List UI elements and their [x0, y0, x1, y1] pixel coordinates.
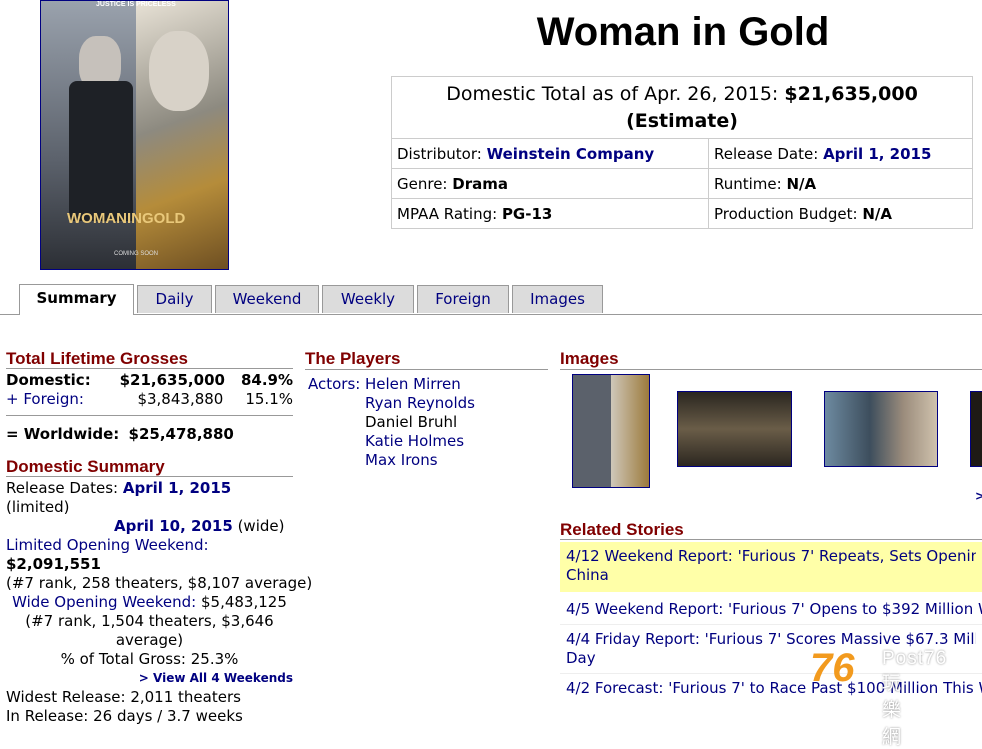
worldwide-row: = Worldwide: $25,478,880 [6, 425, 234, 443]
tab-weekly[interactable]: Weekly [322, 285, 414, 313]
tab-images[interactable]: Images [512, 285, 603, 313]
foreign-row: + Foreign: $3,843,880 15.1% [6, 390, 293, 409]
images-column: Images [560, 349, 982, 370]
image-thumbnail-still[interactable] [824, 391, 938, 467]
release-date-limited-link[interactable]: April 1, 2015 [123, 479, 231, 497]
related-stories-heading: Related Stories [560, 520, 982, 540]
players-heading: The Players [305, 349, 548, 370]
limited-opening-link[interactable]: Limited Opening Weekend: [6, 536, 209, 554]
release-date-link[interactable]: April 1, 2015 [823, 145, 931, 163]
actor-name: Daniel Bruhl [365, 413, 458, 431]
tab-bar: Summary Daily Weekend Weekly Foreign Ima… [0, 284, 982, 315]
poster-title: WOMANINGOLD [67, 210, 186, 227]
genre-value: Drama [452, 174, 508, 193]
mpaa-value: PG-13 [501, 204, 553, 223]
foreign-link[interactable]: + Foreign: [6, 390, 84, 409]
domestic-total-cell: Domestic Total as of Apr. 26, 2015: $21,… [391, 76, 973, 139]
estimate-note: (Estimate) [626, 110, 738, 132]
release-date-wide-link[interactable]: April 10, 2015 [114, 517, 233, 535]
distributor-link[interactable]: Weinstein Company [487, 145, 655, 163]
story-link[interactable]: 4/5 Weekend Report: 'Furious 7' Opens to… [560, 595, 982, 625]
story-link[interactable]: 4/12 Weekend Report: 'Furious 7' Repeats… [560, 542, 982, 592]
images-heading: Images [560, 349, 982, 370]
page-title: Woman in Gold [536, 10, 830, 54]
related-stories: Related Stories 4/12 Weekend Report: 'Fu… [560, 520, 982, 703]
poster-coming-soon: COMING SOON [114, 251, 159, 257]
image-thumbnail-poster[interactable] [572, 374, 650, 488]
movie-poster[interactable]: JUSTICE IS PRICELESS WOMANINGOLD COMING … [40, 0, 229, 270]
domestic-summary-heading: Domestic Summary [6, 457, 293, 477]
budget-value: N/A [862, 204, 893, 223]
actor-link[interactable]: Helen Mirren [365, 375, 475, 394]
runtime-value: N/A [786, 174, 817, 193]
tab-foreign[interactable]: Foreign [417, 285, 509, 313]
view-all-weekends-link[interactable]: > View All 4 Weekends [6, 669, 293, 688]
domestic-total-value: $21,635,000 [784, 83, 918, 105]
actors-label-link[interactable]: Actors: [305, 375, 365, 470]
image-thumbnail-still[interactable] [970, 391, 982, 467]
tab-daily[interactable]: Daily [137, 285, 212, 313]
grosses-column: Total Lifetime Grosses Domestic: $21,635… [6, 349, 313, 725]
actor-link[interactable]: Ryan Reynolds [365, 394, 475, 413]
players-column: The Players Actors: Helen Mirren Ryan Re… [305, 349, 548, 470]
actor-link[interactable]: Katie Holmes [365, 432, 475, 451]
tab-summary[interactable]: Summary [19, 284, 134, 315]
more-images-arrow[interactable]: > [975, 489, 982, 503]
tab-weekend[interactable]: Weekend [215, 285, 319, 313]
lifetime-grosses-heading: Total Lifetime Grosses [6, 349, 293, 369]
image-thumbnail-still[interactable] [677, 391, 792, 467]
actor-link[interactable]: Max Irons [365, 451, 475, 470]
movie-info-table: Domestic Total as of Apr. 26, 2015: $21,… [391, 76, 973, 229]
poster-tagline: JUSTICE IS PRICELESS [96, 1, 176, 8]
wide-opening-link[interactable]: Wide Opening Weekend: [12, 593, 196, 611]
story-link[interactable]: 4/2 Forecast: 'Furious 7' to Race Past $… [560, 674, 982, 703]
domestic-row: Domestic: $21,635,000 84.9% [6, 371, 293, 389]
